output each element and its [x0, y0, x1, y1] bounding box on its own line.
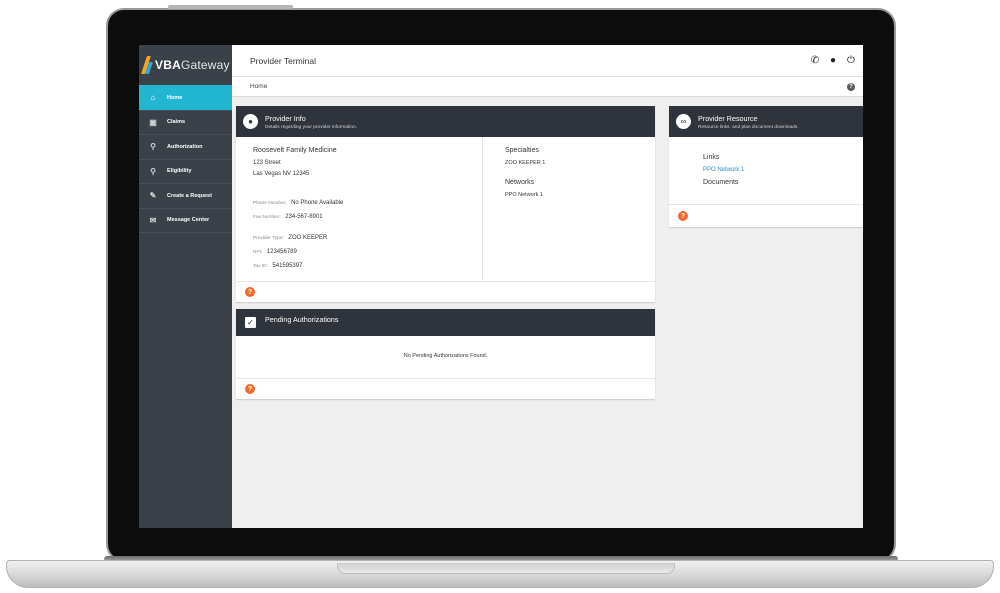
fax-row: Fax Number: 234-567-8901 [253, 205, 323, 223]
pending-authorizations-card: ✓ Pending Authorizations No Pending Auth… [236, 309, 655, 399]
edit-icon: ✎ [149, 191, 157, 201]
card-footer: ? [236, 378, 655, 399]
help-icon[interactable]: ? [678, 211, 688, 221]
envelope-icon: ✉ [149, 215, 157, 225]
card-title: Pending Authorizations [265, 315, 339, 324]
checkbox-icon: ✓ [245, 317, 256, 328]
sidebar-item-message-center[interactable]: ✉ Message Center [139, 207, 232, 233]
link-icon: ∞ [676, 114, 691, 129]
tax-id-value: 541595397 [272, 263, 303, 269]
sidebar-item-label: Message Center [167, 217, 210, 224]
provider-name: Roosevelt Family Medicine [253, 147, 337, 154]
breadcrumb[interactable]: Home [250, 83, 267, 90]
card-footer: ? [669, 204, 863, 227]
logo-gateway: Gateway [180, 58, 230, 72]
app-screen: VBA Gateway ⌂ Home ▣ Claims ⚲ Authorizati… [139, 45, 863, 528]
network-link[interactable]: PPO Network 1 [703, 167, 744, 173]
provider-street: 123 Street [253, 160, 281, 166]
provider-resource-header: ∞ Provider Resource Resource links, and … [669, 106, 863, 137]
sidebar-item-label: Home [167, 94, 183, 101]
networks-heading: Networks [505, 179, 535, 186]
provider-resource-card: ∞ Provider Resource Resource links, and … [669, 106, 863, 227]
phone-icon[interactable]: ✆ [809, 55, 821, 66]
column-divider [482, 137, 483, 280]
sidebar-item-eligibility[interactable]: ⚲ Eligibility [139, 158, 232, 184]
breadcrumb-bar: Home ? [232, 77, 863, 97]
fax-value: 234-567-8901 [285, 214, 323, 220]
provider-info-header: ● Provider Info Details regarding your p… [236, 106, 655, 137]
key-icon: ⚲ [150, 142, 156, 152]
sidebar-item-label: Eligibility [167, 168, 192, 175]
laptop-base [6, 560, 994, 588]
network-value: PPO Network 1 [505, 192, 543, 198]
help-icon[interactable]: ? [245, 384, 255, 394]
sidebar-item-label: Claims [167, 119, 186, 126]
user-circle-icon: ● [243, 114, 258, 129]
provider-info-card: ● Provider Info Details regarding your p… [236, 106, 655, 302]
provider-city: Las Vegas NV 12345 [253, 171, 310, 177]
sidebar-item-create-request[interactable]: ✎ Create a Request [139, 183, 232, 208]
fax-label: Fax Number: [253, 215, 281, 220]
logo-vba: VBA [155, 58, 181, 72]
card-title: Provider Info [265, 113, 306, 123]
card-footer: ? [236, 281, 655, 302]
help-icon[interactable]: ? [847, 82, 855, 91]
briefcase-icon: ▣ [149, 117, 157, 127]
pending-auth-header: ✓ Pending Authorizations [236, 309, 655, 336]
power-icon[interactable]: ⏻ [845, 55, 857, 66]
sidebar-item-home[interactable]: ⌂ Home [139, 85, 232, 110]
card-subtitle: Details regarding your provider informat… [265, 124, 357, 130]
logo[interactable]: VBA Gateway [139, 45, 232, 85]
search-icon: ⚲ [150, 166, 156, 176]
specialty-value: ZOO KEEPER 1 [505, 160, 546, 166]
sidebar-item-label: Create a Request [167, 192, 212, 199]
card-subtitle: Resource links, and plan document downlo… [698, 124, 799, 130]
sidebar-item-claims[interactable]: ▣ Claims [139, 109, 232, 135]
empty-message: No Pending Authorizations Found. [403, 353, 488, 359]
user-icon[interactable]: ● [827, 55, 839, 66]
page-title: Provider Terminal [250, 55, 316, 66]
sidebar: VBA Gateway ⌂ Home ▣ Claims ⚲ Authorizati… [139, 45, 232, 528]
top-bar: Provider Terminal ✆ ● ⏻ [232, 45, 863, 77]
documents-heading: Documents [703, 179, 739, 186]
specialties-heading: Specialties [505, 147, 539, 154]
logo-mark-icon [141, 56, 153, 74]
main-area: Provider Terminal ✆ ● ⏻ Home ? ● Provide… [232, 45, 863, 528]
sidebar-item-authorization[interactable]: ⚲ Authorization [139, 134, 232, 159]
sidebar-item-label: Authorization [167, 143, 203, 150]
tax-id-row: Tax ID: 541595397 [253, 254, 302, 272]
header-icons: ✆ ● ⏻ [809, 55, 857, 66]
tax-id-label: Tax ID: [253, 264, 268, 269]
card-title: Provider Resource [698, 113, 758, 123]
home-icon: ⌂ [150, 93, 156, 103]
help-icon[interactable]: ? [245, 287, 255, 297]
links-heading: Links [703, 154, 720, 161]
laptop-notch [337, 563, 675, 574]
